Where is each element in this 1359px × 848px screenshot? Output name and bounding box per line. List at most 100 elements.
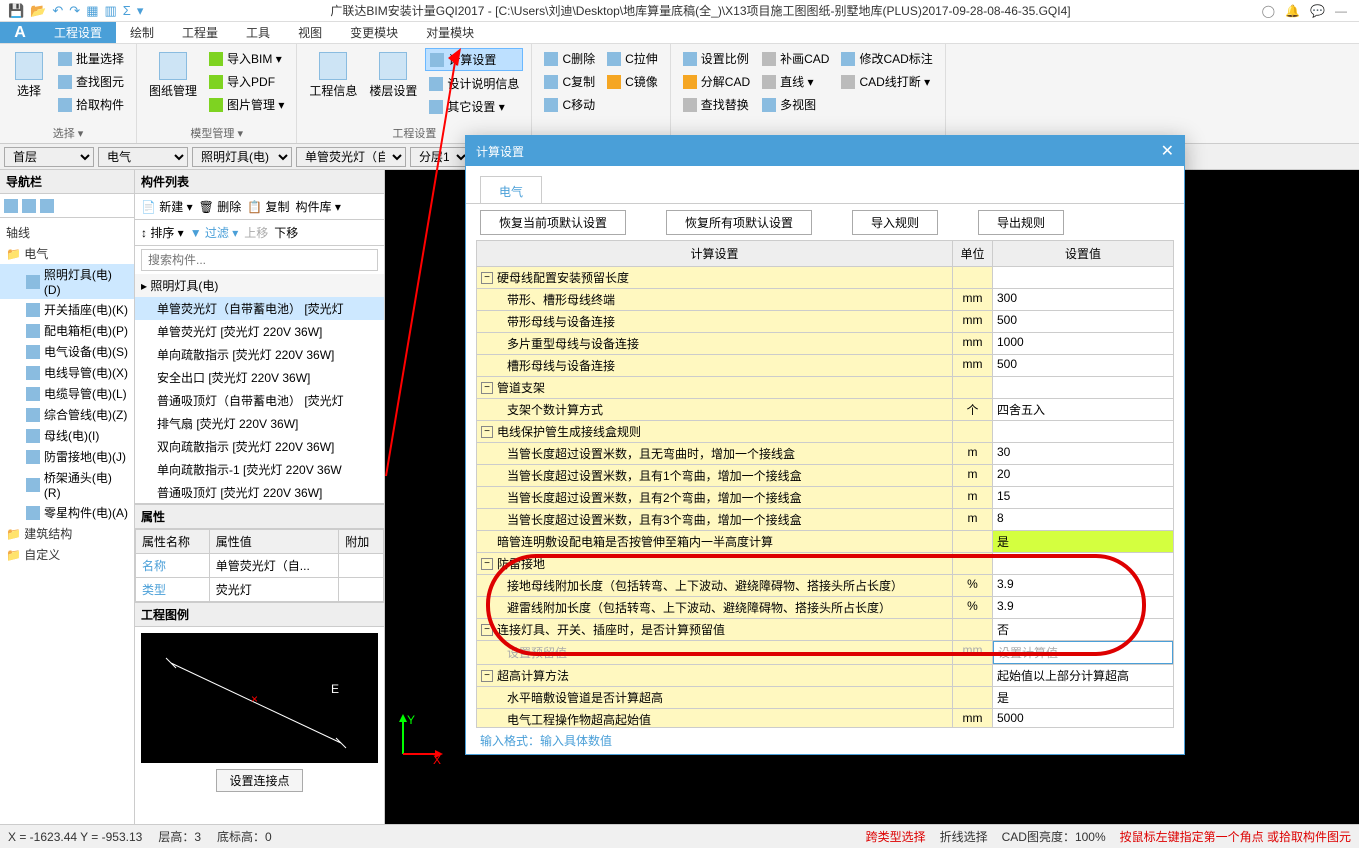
calc-settings-button[interactable]: 计算设置 [425,48,523,71]
floor-settings-button[interactable]: 楼层设置 [365,48,421,103]
tree-struct[interactable]: 📁 建筑结构 [0,523,134,544]
qat-icon[interactable]: ▥ [104,3,116,19]
comp-item[interactable]: 单管荧光灯（自带蓄电池） [荧光灯 [135,297,384,320]
c-copy-button[interactable]: C复制 [540,71,599,92]
qat-dropdown-icon[interactable]: ▾ [137,3,144,19]
bell-icon[interactable]: 🔔 [1285,4,1300,18]
find-element-button[interactable]: 查找图元 [54,71,128,92]
table-row[interactable]: 支架个数计算方式个四舍五入 [477,399,1173,421]
up-button[interactable]: 上移 [244,224,268,241]
qat-undo-icon[interactable]: ↶ [52,3,63,19]
tab-electric[interactable]: 电气 [480,176,542,203]
line-button[interactable]: 直线 ▾ [758,71,833,92]
decompose-cad-button[interactable]: 分解CAD [679,71,754,92]
table-row[interactable]: −电线保护管生成接线盒规则 [477,421,1173,443]
restore-all-button[interactable]: 恢复所有项默认设置 [666,210,812,235]
tree-item-lightning[interactable]: 防雷接地(电)(J) [0,446,134,467]
copy-button[interactable]: 📋 复制 [247,198,289,215]
image-manager-button[interactable]: 图片管理 ▾ [205,94,288,115]
project-info-button[interactable]: 工程信息 [305,48,361,103]
multiview-button[interactable]: 多视图 [758,94,833,115]
new-button[interactable]: 📄 新建 ▾ [141,198,193,215]
tree-item-wire[interactable]: 电线导管(电)(X) [0,362,134,383]
comp-item[interactable]: 双向疏散指示 [荧光灯 220V 36W] [135,435,384,458]
pick-component-button[interactable]: 拾取构件 [54,94,128,115]
other-settings-button[interactable]: 其它设置 ▾ [425,96,523,117]
c-delete-button[interactable]: C删除 [540,48,599,69]
minimize-icon[interactable]: — [1335,4,1347,18]
tree-item-misc[interactable]: 零星构件(电)(A) [0,502,134,523]
table-row[interactable]: 当管长度超过设置米数，且无弯曲时，增加一个接线盒m30 [477,443,1173,465]
tab-compare[interactable]: 对量模块 [412,22,488,43]
tree-item-lighting[interactable]: 照明灯具(电)(D) [0,264,134,299]
table-row[interactable]: 当管长度超过设置米数，且有3个弯曲，增加一个接线盒m8 [477,509,1173,531]
c-move-button[interactable]: C移动 [540,94,599,115]
nav-tool-icon[interactable] [40,199,54,213]
table-row[interactable]: −防雷接地 [477,553,1173,575]
type-select[interactable]: 单管荧光灯（自 [296,147,406,167]
table-row[interactable]: 带形、槽形母线终端mm300 [477,289,1173,311]
tree-item-tray[interactable]: 桥架通头(电)(R) [0,467,134,502]
patch-cad-button[interactable]: 补画CAD [758,48,833,69]
tab-draw[interactable]: 绘制 [116,22,168,43]
status-zoom[interactable]: CAD图亮度：100% [1002,828,1106,845]
library-button[interactable]: 构件库 ▾ [296,198,341,215]
table-row[interactable]: −连接灯具、开关、插座时，是否计算预留值否 [477,619,1173,641]
close-icon[interactable]: ✕ [1161,141,1174,161]
tree-item-equip[interactable]: 电气设备(电)(S) [0,341,134,362]
table-row[interactable]: 槽形母线与设备连接mm500 [477,355,1173,377]
search-input[interactable] [141,249,378,271]
table-row[interactable]: 避雷线附加长度（包括转弯、上下波动、避绕障碍物、搭接头所占长度）%3.9 [477,597,1173,619]
table-row[interactable]: 电气工程操作物超高起始值mm5000 [477,709,1173,728]
restore-current-button[interactable]: 恢复当前项默认设置 [480,210,626,235]
app-logo[interactable]: A [0,22,40,43]
table-row[interactable]: 当管长度超过设置米数，且有2个弯曲，增加一个接线盒m15 [477,487,1173,509]
table-row[interactable]: 接地母线附加长度（包括转弯、上下波动、避绕障碍物、搭接头所占长度）%3.9 [477,575,1173,597]
floor-select[interactable]: 首层 [4,147,94,167]
table-row[interactable]: −管道支架 [477,377,1173,399]
c-stretch-button[interactable]: C拉伸 [603,48,662,69]
export-rules-button[interactable]: 导出规则 [978,210,1064,235]
set-scale-button[interactable]: 设置比例 [679,48,754,69]
dialog-titlebar[interactable]: 计算设置 ✕ [466,136,1184,166]
comp-item[interactable]: 安全出口 [荧光灯 220V 36W] [135,366,384,389]
category-select[interactable]: 照明灯具(电) [192,147,292,167]
tab-change[interactable]: 变更模块 [336,22,412,43]
find-replace-button[interactable]: 查找替换 [679,94,754,115]
set-connection-button[interactable]: 设置连接点 [216,769,302,792]
tree-item-combined[interactable]: 综合管线(电)(Z) [0,404,134,425]
table-row[interactable]: −硬母线配置安装预留长度 [477,267,1173,289]
batch-select-button[interactable]: 批量选择 [54,48,128,69]
tree-custom[interactable]: 📁 自定义 [0,544,134,565]
import-pdf-button[interactable]: 导入PDF [205,71,288,92]
table-row[interactable]: 带形母线与设备连接mm500 [477,311,1173,333]
comp-item[interactable]: 普通吸顶灯 [荧光灯 220V 36W] [135,481,384,504]
delete-button[interactable]: 🗑 删除 [199,198,242,215]
comp-item[interactable]: 普通吸顶灯（自带蓄电池） [荧光灯 [135,389,384,412]
modify-cad-button[interactable]: 修改CAD标注 [837,48,936,69]
table-row[interactable]: 多片重型母线与设备连接mm1000 [477,333,1173,355]
table-row[interactable]: −超高计算方法起始值以上部分计算超高 [477,665,1173,687]
subfloor-select[interactable]: 分层1 [410,147,470,167]
tab-project-settings[interactable]: 工程设置 [40,22,116,43]
cad-break-button[interactable]: CAD线打断 ▾ [837,71,936,92]
comp-item[interactable]: 单管荧光灯 [荧光灯 220V 36W] [135,320,384,343]
down-button[interactable]: 下移 [274,224,298,241]
comp-item[interactable]: 单向疏散指示 [荧光灯 220V 36W] [135,343,384,366]
drawing-manager-button[interactable]: 图纸管理 [145,48,201,103]
qat-icon[interactable]: ▦ [86,3,98,19]
qat-redo-icon[interactable]: ↷ [69,3,80,19]
user-icon[interactable]: ◯ [1262,4,1275,18]
table-row[interactable]: 当管长度超过设置米数，且有1个弯曲，增加一个接线盒m20 [477,465,1173,487]
table-row[interactable]: 暗管连明敷设配电箱是否按管伸至箱内一半高度计算是 [477,531,1173,553]
group-label-model[interactable]: 模型管理 ▾ [137,125,296,141]
status-linesel[interactable]: 折线选择 [940,828,988,845]
sort-button[interactable]: ↕ 排序 ▾ [141,224,184,241]
nav-tool-icon[interactable] [4,199,18,213]
status-cross[interactable]: 跨类型选择 [866,828,926,845]
tree-item-switch[interactable]: 开关插座(电)(K) [0,299,134,320]
qat-save-icon[interactable]: 💾 [8,3,24,19]
design-info-button[interactable]: 设计说明信息 [425,73,523,94]
tree-axis[interactable]: 轴线 [0,222,134,243]
qat-sum-icon[interactable]: Σ [123,3,131,19]
